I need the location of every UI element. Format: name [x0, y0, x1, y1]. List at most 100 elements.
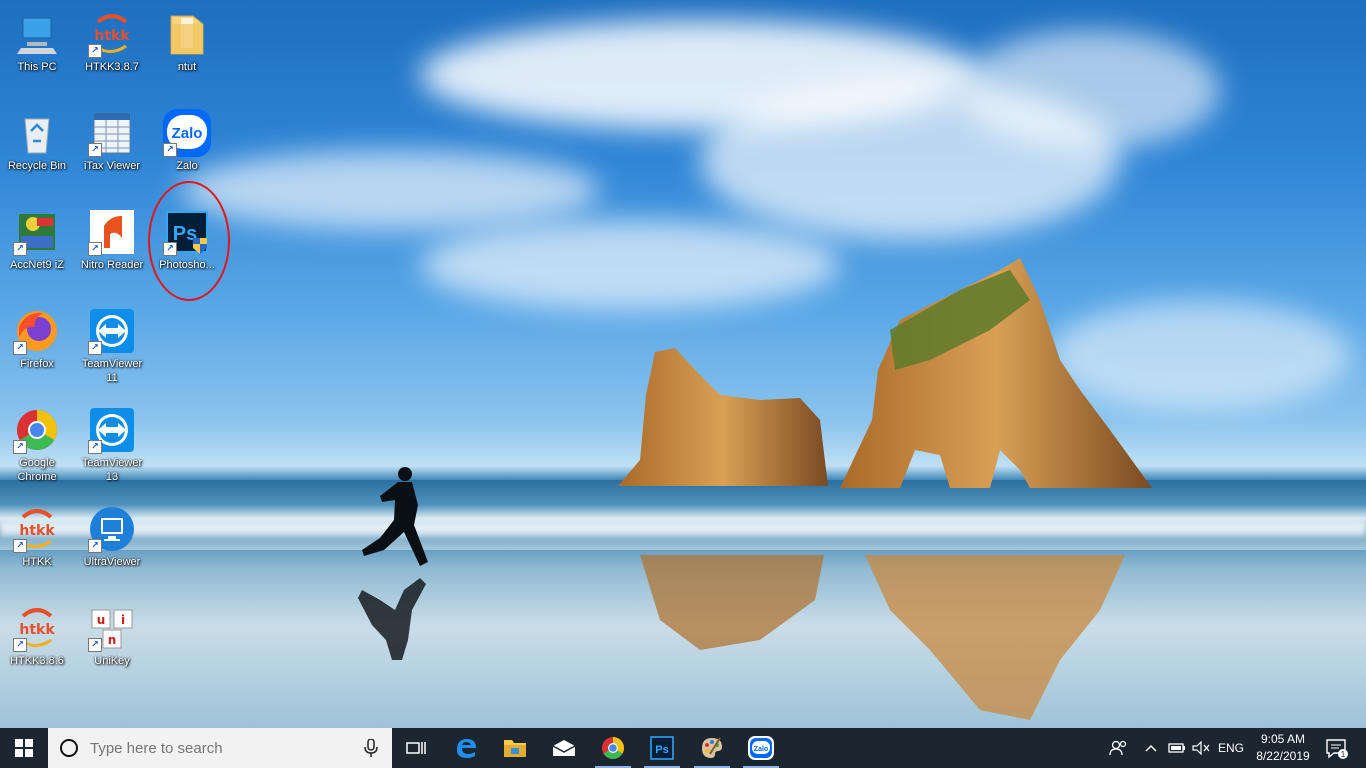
people-icon — [1109, 740, 1127, 756]
shortcut-arrow-icon: ↗ — [13, 440, 27, 454]
desktop-icon-itax-viewer[interactable]: ↗ iTax Viewer — [75, 105, 149, 197]
desktop-icon-htkk387[interactable]: htkk ↗ HTKK3.8.7 — [75, 6, 149, 98]
shortcut-arrow-icon: ↗ — [13, 638, 27, 652]
desktop-wallpaper: This PC Recycle Bin ↗ AccNet9 iZ ↗ Firef… — [0, 0, 1366, 728]
unikey-glyph-i: i — [121, 613, 125, 627]
chrome-icon: ↗ — [13, 406, 61, 454]
icon-label: HTKK — [22, 556, 52, 568]
icon-label: ntut — [177, 61, 197, 73]
htkk-icon: htkk ↗ — [13, 505, 61, 553]
desktop-icon-teamviewer-13[interactable]: ↗ TeamViewer 13 — [75, 402, 149, 494]
task-view-icon — [406, 742, 426, 754]
icon-label: AccNet9 iZ — [10, 259, 64, 271]
desktop-icon-this-pc[interactable]: This PC — [0, 6, 74, 98]
accnet-icon: ↗ — [13, 208, 61, 256]
shortcut-arrow-icon: ↗ — [88, 242, 102, 256]
shortcut-arrow-icon: ↗ — [88, 341, 102, 355]
desktop-icon-nitro-reader[interactable]: ↗ Nitro Reader — [75, 204, 149, 296]
spreadsheet-icon: ↗ — [88, 109, 136, 157]
clock-date: 8/22/2019 — [1256, 749, 1310, 763]
icon-label: Nitro Reader — [80, 259, 144, 271]
zalo-icon: Zalo ↗ — [163, 109, 211, 157]
volume-button[interactable] — [1190, 728, 1212, 768]
teamviewer-icon: ↗ — [88, 406, 136, 454]
teamviewer-icon: ↗ — [88, 307, 136, 355]
language-indicator: ENG — [1217, 741, 1244, 755]
zalo-glyph: Zalo — [754, 746, 768, 753]
taskbar: Ps Zalo ENG 9:05 AM 8/22/2019 1 — [0, 728, 1366, 768]
htkk-glyph: htkk — [19, 622, 55, 638]
action-center-button[interactable]: 1 — [1318, 728, 1354, 768]
task-view-button[interactable] — [392, 728, 440, 768]
show-hidden-icons-button[interactable] — [1142, 728, 1160, 768]
clock-time: 9:05 AM — [1260, 732, 1306, 746]
icon-label: Google Chrome — [17, 457, 57, 483]
people-button[interactable] — [1104, 728, 1132, 768]
notification-count: 1 — [1341, 750, 1346, 759]
system-clock[interactable]: 9:05 AM 8/22/2019 — [1246, 731, 1320, 765]
shortcut-arrow-icon: ↗ — [13, 341, 27, 355]
icon-label: TeamViewer 11 — [81, 358, 143, 384]
htkk-glyph: htkk — [94, 28, 130, 44]
search-input[interactable] — [88, 738, 347, 758]
unikey-glyph-n: n — [108, 633, 117, 647]
icon-label: HTKK3.8.7 — [85, 61, 139, 73]
volume-muted-icon — [1192, 741, 1210, 755]
photoshop-icon: Ps — [650, 736, 674, 760]
zalo-icon: Zalo — [748, 736, 774, 760]
desktop-icon-accnet9-iz[interactable]: ↗ AccNet9 iZ — [0, 204, 74, 296]
shortcut-arrow-icon: ↗ — [88, 143, 102, 157]
icon-label: Recycle Bin — [7, 160, 67, 172]
battery-icon — [1168, 743, 1185, 753]
ps-glyph: Ps — [655, 744, 668, 756]
taskbar-photoshop[interactable]: Ps — [638, 728, 686, 768]
taskbar-paint[interactable] — [688, 728, 736, 768]
desktop-icon-htkk[interactable]: htkk ↗ HTKK — [0, 501, 74, 593]
recycle-bin-icon — [13, 109, 61, 157]
desktop-icon-teamviewer-11[interactable]: ↗ TeamViewer 11 — [75, 303, 149, 395]
desktop-icon-google-chrome[interactable]: ↗ Google Chrome — [0, 402, 74, 494]
taskbar-search[interactable] — [48, 728, 392, 768]
start-button[interactable] — [0, 728, 48, 768]
chrome-icon — [602, 737, 624, 759]
paint-palette-icon — [702, 737, 722, 758]
unikey-icon: u i n ↗ — [88, 604, 136, 652]
desktop-icon-htkk386[interactable]: htkk ↗ HTKK3.8.6 — [0, 600, 74, 692]
notification-icon: 1 — [1326, 739, 1348, 759]
mail-icon — [552, 740, 576, 756]
unikey-glyph-u: u — [97, 613, 106, 627]
folder-icon — [163, 10, 211, 58]
taskbar-zalo[interactable]: Zalo — [737, 728, 785, 768]
zalo-glyph: Zalo — [172, 125, 203, 142]
icon-label: UltraViewer — [83, 556, 141, 568]
desktop-icon-recycle-bin[interactable]: Recycle Bin — [0, 105, 74, 197]
icon-label: HTKK3.8.6 — [10, 655, 64, 667]
icon-label: TeamViewer 13 — [81, 457, 143, 483]
shortcut-arrow-icon: ↗ — [88, 539, 102, 553]
battery-button[interactable] — [1166, 728, 1188, 768]
taskbar-file-explorer[interactable] — [491, 728, 539, 768]
computer-icon — [13, 10, 61, 58]
microphone-icon[interactable] — [364, 739, 378, 757]
shortcut-arrow-icon: ↗ — [88, 638, 102, 652]
taskbar-chrome[interactable] — [589, 728, 637, 768]
chevron-up-icon — [1145, 744, 1157, 752]
file-explorer-icon — [504, 740, 526, 757]
taskbar-edge[interactable] — [442, 728, 490, 768]
desktop-icon-ntut-folder[interactable]: ntut — [150, 6, 224, 98]
input-language-button[interactable]: ENG — [1214, 728, 1248, 768]
shortcut-arrow-icon: ↗ — [13, 242, 27, 256]
shortcut-arrow-icon: ↗ — [88, 44, 102, 58]
ultraviewer-icon: ↗ — [88, 505, 136, 553]
cortana-icon — [60, 739, 78, 757]
icon-label: Firefox — [20, 358, 54, 370]
desktop-icon-ultraviewer[interactable]: ↗ UltraViewer — [75, 501, 149, 593]
edge-icon — [457, 739, 476, 758]
taskbar-mail[interactable] — [540, 728, 588, 768]
icon-label: UniKey — [94, 655, 130, 667]
icon-label: iTax Viewer — [83, 160, 141, 172]
desktop-icon-firefox[interactable]: ↗ Firefox — [0, 303, 74, 395]
shortcut-arrow-icon: ↗ — [13, 539, 27, 553]
highlight-circle — [148, 181, 230, 301]
desktop-icon-unikey[interactable]: u i n ↗ UniKey — [75, 600, 149, 692]
